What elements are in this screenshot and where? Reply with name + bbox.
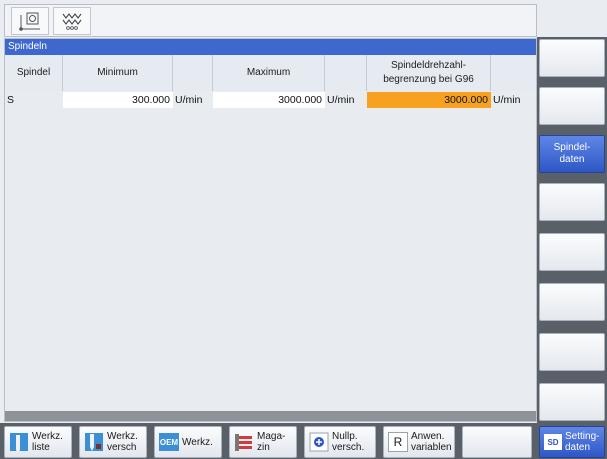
column-header-minimum: Minimum	[63, 55, 173, 91]
vertical-softkey-2[interactable]	[539, 87, 605, 125]
user-variables-label: Anwen. variablen	[411, 431, 452, 453]
max-speed-field[interactable]: 3000.000	[213, 92, 325, 108]
column-header-minimum-unit	[173, 55, 213, 91]
oem-tool-label: Werkz.	[182, 436, 213, 448]
panel-title: Spindeln	[5, 39, 536, 55]
magazine-label: Maga- zin	[257, 431, 286, 453]
vertical-softkey-8[interactable]	[539, 383, 605, 421]
tool-list-icon	[10, 433, 28, 453]
column-header-limit-unit	[491, 55, 536, 91]
work-offset-icon	[309, 432, 329, 452]
waveform-icon	[62, 13, 82, 30]
message-line	[5, 411, 536, 421]
vertical-softkey-bar: Spindel- daten	[537, 37, 607, 423]
vertical-softkey-4[interactable]	[539, 183, 605, 221]
machine-axes-icon	[19, 12, 40, 31]
status-bar	[4, 4, 537, 37]
program-mode-icon[interactable]	[53, 7, 91, 35]
column-header-maximum-unit	[325, 55, 367, 91]
work-offset-softkey[interactable]: Nullp. versch.	[304, 426, 376, 458]
vertical-softkey-6[interactable]	[539, 283, 605, 321]
column-header-spindle: Spindel	[5, 55, 63, 91]
magazine-icon	[235, 434, 252, 451]
g96-limit-unit: U/min	[493, 94, 521, 106]
setting-data-label: Setting- daten	[565, 431, 600, 453]
work-offset-label: Nullp. versch.	[332, 431, 365, 453]
column-header-maximum: Maximum	[213, 55, 325, 91]
spindle-data-softkey[interactable]: Spindel- daten	[539, 135, 605, 173]
user-variables-icon: R	[388, 432, 408, 452]
empty-softkey[interactable]	[462, 426, 532, 458]
oem-icon: OEM	[159, 433, 179, 451]
vertical-softkey-1[interactable]	[539, 39, 605, 77]
magazine-softkey[interactable]: Maga- zin	[229, 426, 297, 458]
cell-spindle-name: S	[7, 94, 15, 106]
min-speed-field[interactable]: 300.000	[63, 92, 173, 108]
hmi-screen: Spindeln Spindel Minimum Maximum Spindel…	[0, 0, 607, 459]
horizontal-softkey-bar: Werkz. liste Werkz. versch OEM Werkz. Ma…	[0, 423, 607, 459]
tool-list-label: Werkz. liste	[32, 431, 63, 453]
vertical-softkey-5[interactable]	[539, 233, 605, 271]
g96-limit-field[interactable]: 3000.000	[367, 92, 491, 108]
user-variables-softkey[interactable]: R Anwen. variablen	[383, 426, 455, 458]
tool-offset-softkey[interactable]: Werkz. versch	[79, 426, 147, 458]
vertical-softkey-7[interactable]	[539, 333, 605, 371]
machine-mode-icon[interactable]	[11, 7, 49, 35]
min-speed-unit: U/min	[175, 94, 203, 106]
setting-data-softkey[interactable]: SD Setting- daten	[539, 426, 605, 458]
max-speed-unit: U/min	[327, 94, 355, 106]
tool-list-softkey[interactable]: Werkz. liste	[4, 426, 72, 458]
tool-offset-icon	[85, 433, 103, 451]
spindles-panel: Spindeln Spindel Minimum Maximum Spindel…	[4, 38, 537, 422]
oem-tool-softkey[interactable]: OEM Werkz.	[154, 426, 222, 458]
tool-offset-label: Werkz. versch	[107, 431, 138, 453]
column-header-g96-limit: Spindeldrehzahl- begrenzung bei G96	[367, 55, 491, 91]
setting-data-icon: SD	[544, 434, 562, 450]
